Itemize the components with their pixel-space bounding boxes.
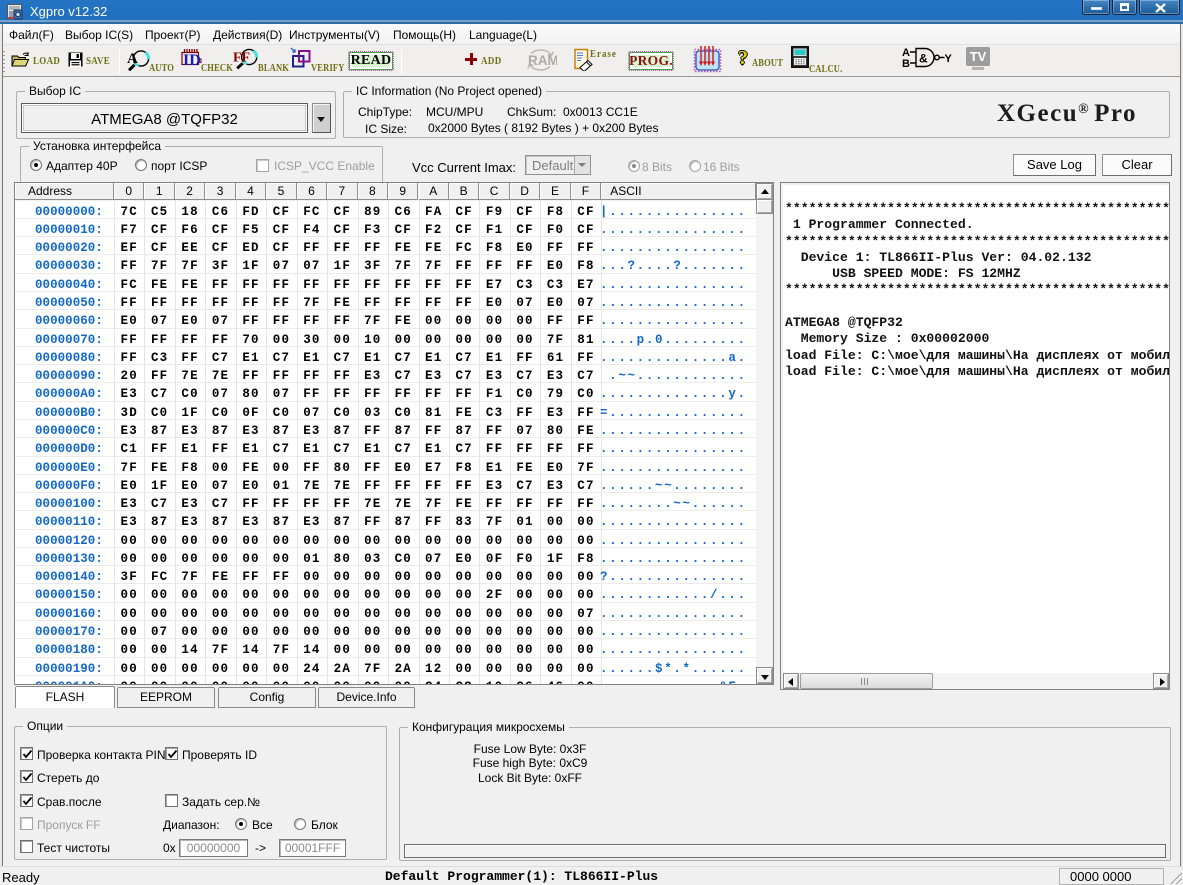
svg-text:FF: FF bbox=[233, 51, 250, 66]
svg-text:Y: Y bbox=[945, 53, 953, 65]
svg-text:&: & bbox=[919, 52, 928, 66]
svg-text:B: B bbox=[902, 58, 910, 70]
svg-text:RAM: RAM bbox=[528, 53, 557, 68]
svg-text:A: A bbox=[127, 51, 138, 67]
svg-text:ID: ID bbox=[183, 52, 201, 68]
